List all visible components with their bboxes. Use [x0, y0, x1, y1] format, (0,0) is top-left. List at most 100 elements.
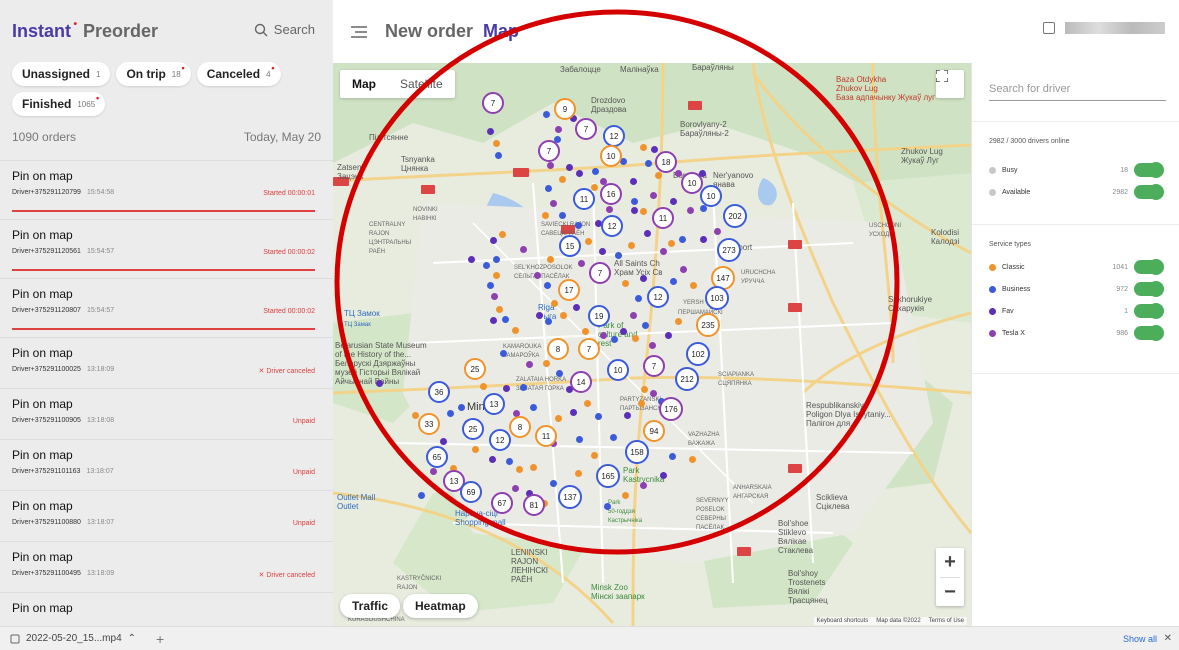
driver-point[interactable]: [447, 410, 454, 417]
driver-cluster[interactable]: 165: [596, 464, 620, 488]
driver-point[interactable]: [566, 164, 573, 171]
driver-cluster[interactable]: 12: [601, 215, 623, 237]
driver-point[interactable]: [543, 360, 550, 367]
driver-cluster[interactable]: 11: [535, 425, 557, 447]
driver-point[interactable]: [418, 492, 425, 499]
toggle-switch[interactable]: [1134, 325, 1164, 341]
driver-point[interactable]: [669, 453, 676, 460]
driver-point[interactable]: [430, 468, 437, 475]
driver-point[interactable]: [530, 404, 537, 411]
driver-point[interactable]: [512, 485, 519, 492]
driver-point[interactable]: [480, 383, 487, 390]
driver-point[interactable]: [641, 386, 648, 393]
driver-point[interactable]: [576, 436, 583, 443]
order-list-item[interactable]: Pin on map Driver+375291120799 15:54:58 Sta…: [0, 161, 333, 220]
driver-point[interactable]: [606, 206, 613, 213]
driver-point[interactable]: [675, 170, 682, 177]
driver-point[interactable]: [516, 466, 523, 473]
driver-point[interactable]: [440, 438, 447, 445]
driver-point[interactable]: [530, 464, 537, 471]
driver-point[interactable]: [490, 237, 497, 244]
driver-point[interactable]: [660, 472, 667, 479]
driver-cluster[interactable]: 81: [523, 494, 545, 516]
driver-point[interactable]: [635, 295, 642, 302]
driver-cluster[interactable]: 11: [652, 207, 674, 229]
driver-point[interactable]: [591, 452, 598, 459]
driver-point[interactable]: [631, 198, 638, 205]
driver-point[interactable]: [595, 413, 602, 420]
driver-point[interactable]: [493, 256, 500, 263]
tab-new-order[interactable]: New order: [385, 21, 473, 42]
driver-cluster[interactable]: 10: [681, 172, 703, 194]
fullscreen-button[interactable]: [936, 70, 964, 98]
driver-point[interactable]: [499, 231, 506, 238]
driver-cluster[interactable]: 202: [723, 204, 747, 228]
order-list-item[interactable]: Pin on map Driver+375291120807 15:54:57 Sta…: [0, 279, 333, 338]
order-list-item[interactable]: Pin on map Driver+375291100880 13:18:07 Unp…: [0, 491, 333, 542]
driver-point[interactable]: [534, 272, 541, 279]
zoom-out-button[interactable]: −: [936, 578, 964, 607]
map-type-map-button[interactable]: Map: [340, 70, 388, 98]
driver-point[interactable]: [502, 316, 509, 323]
show-all-button[interactable]: Show all: [1123, 634, 1157, 644]
driver-point[interactable]: [599, 248, 606, 255]
driver-point[interactable]: [620, 328, 627, 335]
order-list-item[interactable]: Pin on map Driver+375291100495 13:18:09 ✕ D…: [0, 542, 333, 593]
order-list-item[interactable]: Pin on map Driver+375291100025 13:18:09 ✕ D…: [0, 338, 333, 389]
driver-point[interactable]: [412, 412, 419, 419]
order-list-item[interactable]: Pin on map Driver+375291120561 15:54:57 Sta…: [0, 220, 333, 279]
driver-point[interactable]: [493, 272, 500, 279]
driver-point[interactable]: [550, 480, 557, 487]
driver-cluster[interactable]: 7: [578, 338, 600, 360]
driver-point[interactable]: [591, 184, 598, 191]
driver-cluster[interactable]: 8: [547, 338, 569, 360]
driver-point[interactable]: [468, 256, 475, 263]
driver-point[interactable]: [512, 327, 519, 334]
chevron-up-icon[interactable]: ⌃: [128, 633, 136, 644]
driver-cluster[interactable]: 67: [491, 492, 513, 514]
driver-point[interactable]: [506, 458, 513, 465]
driver-point[interactable]: [638, 400, 645, 407]
driver-point[interactable]: [555, 415, 562, 422]
driver-point[interactable]: [556, 370, 563, 377]
driver-point[interactable]: [690, 282, 697, 289]
driver-point[interactable]: [545, 318, 552, 325]
driver-point[interactable]: [649, 342, 656, 349]
driver-point[interactable]: [576, 170, 583, 177]
driver-point[interactable]: [611, 336, 618, 343]
driver-point[interactable]: [495, 152, 502, 159]
user-menu[interactable]: [1043, 22, 1165, 34]
driver-point[interactable]: [520, 246, 527, 253]
driver-cluster[interactable]: 103: [705, 286, 729, 310]
driver-point[interactable]: [487, 128, 494, 135]
driver-point[interactable]: [559, 212, 566, 219]
driver-point[interactable]: [472, 446, 479, 453]
driver-point[interactable]: [493, 140, 500, 147]
driver-point[interactable]: [578, 260, 585, 267]
driver-point[interactable]: [575, 470, 582, 477]
driver-point[interactable]: [640, 144, 647, 151]
driver-point[interactable]: [651, 146, 658, 153]
driver-point[interactable]: [458, 404, 465, 411]
driver-point[interactable]: [624, 412, 631, 419]
keyboard-shortcuts-link[interactable]: Keyboard shortcuts: [817, 618, 869, 624]
driver-cluster[interactable]: 235: [696, 313, 720, 337]
driver-cluster[interactable]: 212: [675, 367, 699, 391]
driver-point[interactable]: [689, 456, 696, 463]
driver-cluster[interactable]: 25: [462, 418, 484, 440]
driver-point[interactable]: [630, 312, 637, 319]
driver-point[interactable]: [544, 282, 551, 289]
toggle-switch[interactable]: [1134, 259, 1164, 275]
driver-point[interactable]: [376, 380, 383, 387]
driver-point[interactable]: [650, 192, 657, 199]
driver-point[interactable]: [526, 361, 533, 368]
driver-point[interactable]: [487, 282, 494, 289]
driver-cluster[interactable]: 19: [588, 305, 610, 327]
map-view[interactable]: Забалоцце Малінаўка Бараўляны Drozdovo Д…: [333, 63, 971, 626]
driver-point[interactable]: [679, 236, 686, 243]
driver-point[interactable]: [584, 400, 591, 407]
driver-cluster[interactable]: 12: [647, 286, 669, 308]
driver-cluster[interactable]: 158: [625, 440, 649, 464]
chip-canceled[interactable]: Canceled 4 •: [196, 62, 281, 86]
driver-point[interactable]: [600, 332, 607, 339]
